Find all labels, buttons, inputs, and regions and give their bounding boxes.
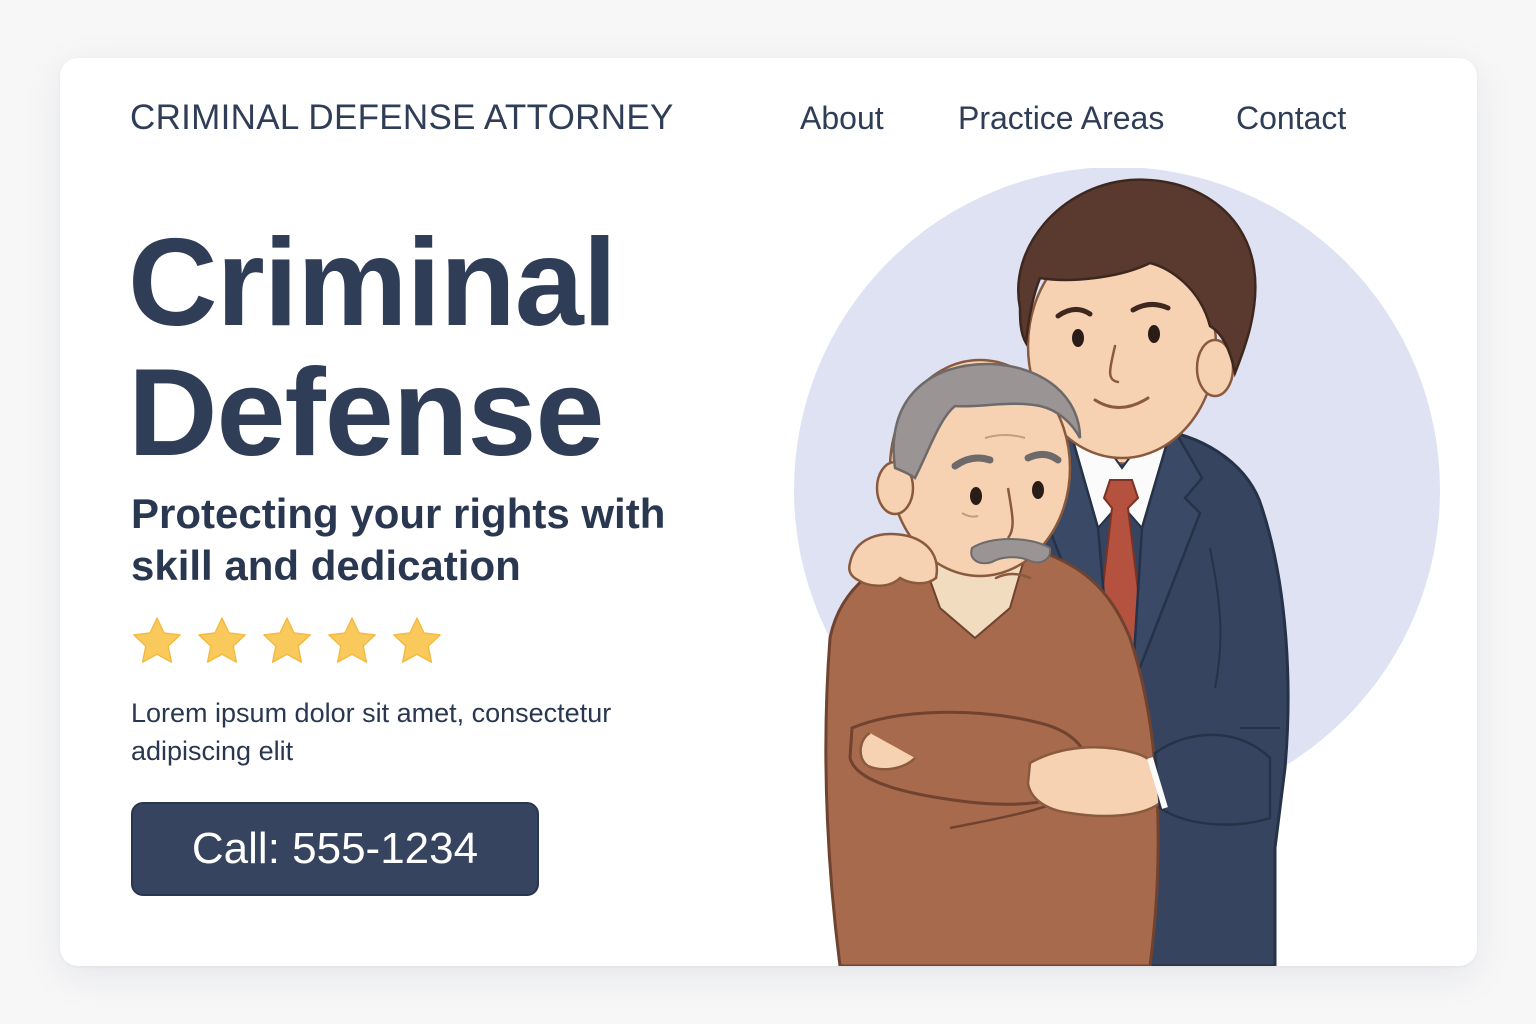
star-icon	[393, 617, 441, 663]
star-icon	[198, 617, 246, 663]
attorney-hand-arm	[1026, 746, 1166, 818]
hero-subtitle: Protecting your rights with skill and de…	[131, 490, 666, 589]
nav-link-contact[interactable]: Contact	[1236, 100, 1346, 137]
landing-card: CRIMINAL DEFENSE ATTORNEY About Practice…	[60, 58, 1477, 966]
attorney-hand-shoulder	[848, 532, 939, 587]
star-icon	[133, 617, 181, 663]
call-button[interactable]: Call: 555-1234	[131, 802, 539, 896]
nav-link-practice-areas[interactable]: Practice Areas	[958, 100, 1164, 137]
hero-title-line-1: Criminal	[128, 214, 617, 352]
nav-link-about[interactable]: About	[800, 100, 884, 137]
hero-title-line-2: Defense	[128, 344, 604, 482]
star-icon	[263, 617, 311, 663]
attorney-client-illustration	[794, 168, 1440, 966]
star-rating	[130, 614, 444, 668]
hero-body-text: Lorem ipsum dolor sit amet, consectetur …	[131, 698, 612, 766]
hero-title: Criminal Defense	[128, 214, 617, 482]
brand-logo-text[interactable]: CRIMINAL DEFENSE ATTORNEY	[130, 98, 674, 138]
star-icon	[328, 617, 376, 663]
